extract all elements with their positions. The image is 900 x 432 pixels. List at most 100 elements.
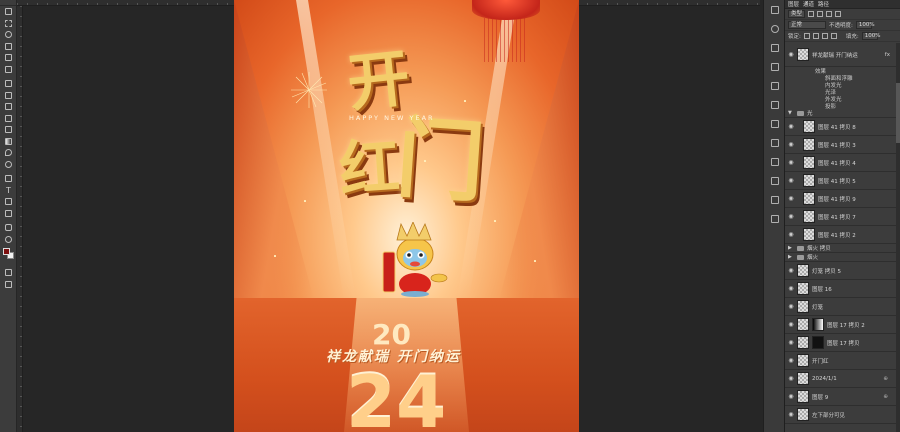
layers-list[interactable]: ◉ 祥龙献瑞 开门纳运 fx 效果 斜面和浮雕 内发光 光泽 外发光 投影 ▼ … [785, 43, 900, 424]
layer-light-2[interactable]: ◉ 图层 41 拷贝 3 [785, 136, 900, 154]
tab-paths[interactable]: 路径 [818, 0, 829, 8]
layer-mask-thumbnail[interactable] [812, 336, 824, 349]
opacity-field[interactable]: 100% [855, 21, 875, 29]
visibility-eye-icon[interactable]: ◉ [788, 393, 794, 400]
eraser-icon[interactable] [0, 124, 17, 136]
tab-channels[interactable]: 通道 [803, 0, 814, 8]
quick-select-icon[interactable] [0, 41, 17, 53]
gradient-icon[interactable] [0, 136, 17, 148]
fill-field[interactable]: 100% [861, 32, 880, 40]
brush-icon[interactable] [0, 90, 17, 102]
shape-filter-icon[interactable] [835, 11, 842, 17]
zoom-icon[interactable] [0, 234, 17, 246]
layer-slogan[interactable]: ◉ 祥龙献瑞 开门纳运 fx [785, 43, 900, 67]
visibility-eye-icon[interactable]: ◉ [788, 159, 794, 166]
color-icon[interactable] [764, 19, 786, 38]
type-icon[interactable]: T [0, 185, 17, 197]
shape-icon[interactable] [0, 208, 17, 220]
properties-icon[interactable] [764, 76, 786, 95]
dodge-icon[interactable] [0, 159, 17, 171]
visibility-eye-icon[interactable]: ◉ [788, 213, 794, 220]
tool-presets-icon[interactable] [764, 209, 786, 228]
screen-mode-icon[interactable] [0, 279, 17, 291]
history-brush-icon[interactable] [0, 113, 17, 125]
history-icon[interactable] [764, 0, 786, 19]
group-fireworks-copy[interactable]: ▶ 烟火 拷贝 [785, 244, 900, 253]
color-swatches[interactable] [0, 245, 16, 267]
character-icon[interactable] [764, 152, 786, 171]
visibility-eye-icon[interactable]: ◉ [788, 177, 794, 184]
eyedropper-icon[interactable] [0, 64, 17, 76]
effect-outer-glow[interactable]: 外发光 [785, 95, 900, 103]
layer-mask-thumbnail[interactable] [812, 318, 824, 331]
visibility-eye-icon[interactable]: ◉ [788, 375, 794, 382]
layer-date[interactable]: ◉ 2024/1/1 ⊕ [785, 370, 900, 388]
canvas-area[interactable]: 开 红 门 HAPPY NEW YEAR 20 祥龙献瑞 开门纳运 24 [17, 0, 780, 432]
effect-satin[interactable]: 光泽 [785, 88, 900, 96]
visibility-eye-icon[interactable]: ◉ [788, 51, 794, 58]
fx-icon[interactable]: fx [885, 52, 890, 58]
lock-paint-icon[interactable] [812, 33, 819, 39]
effect-bevel[interactable]: 斜面和浮雕 [785, 74, 900, 82]
collapse-arrow-icon[interactable]: ▶ [788, 254, 794, 260]
visibility-eye-icon[interactable]: ◉ [788, 321, 794, 328]
lock-all-icon[interactable] [830, 33, 837, 39]
layers-scrollbar[interactable] [896, 43, 900, 432]
type-filter-icon[interactable] [826, 11, 833, 17]
layer-light-6[interactable]: ◉ 图层 41 拷贝 7 [785, 208, 900, 226]
healing-icon[interactable] [0, 78, 17, 90]
paths-icon[interactable] [764, 133, 786, 152]
layer-17-copy2[interactable]: ◉ 图层 17 拷贝 2 [785, 316, 900, 334]
crop-icon[interactable] [0, 52, 17, 64]
poster-artwork[interactable]: 开 红 门 HAPPY NEW YEAR 20 祥龙献瑞 开门纳运 24 [234, 0, 579, 432]
brush-settings-icon[interactable] [764, 190, 786, 209]
group-fireworks[interactable]: ▶ 烟火 [785, 253, 900, 262]
visibility-eye-icon[interactable]: ◉ [788, 195, 794, 202]
effect-drop-shadow[interactable]: 投影 [785, 102, 900, 110]
swatches-icon[interactable] [764, 38, 786, 57]
layer-light-4[interactable]: ◉ 图层 41 拷贝 5 [785, 172, 900, 190]
visibility-eye-icon[interactable]: ◉ [788, 339, 794, 346]
effect-inner-glow[interactable]: 内发光 [785, 81, 900, 89]
visibility-eye-icon[interactable]: ◉ [788, 231, 794, 238]
layer-17-copy[interactable]: ◉ 图层 17 拷贝 [785, 334, 900, 352]
layer-kaimen[interactable]: ◉ 开门红 [785, 352, 900, 370]
blend-mode-select[interactable]: 正常 [788, 21, 826, 29]
visibility-eye-icon[interactable]: ◉ [788, 285, 794, 292]
hand-icon[interactable] [0, 222, 17, 234]
channels-icon[interactable] [764, 114, 786, 133]
stamp-icon[interactable] [0, 101, 17, 113]
blur-icon[interactable] [0, 147, 17, 159]
marquee-icon[interactable] [0, 18, 17, 30]
lock-move-icon[interactable] [821, 33, 828, 39]
layer-16[interactable]: ◉ 图层 16 [785, 280, 900, 298]
paragraph-icon[interactable] [764, 171, 786, 190]
layer-light-5[interactable]: ◉ 图层 41 拷贝 9 [785, 190, 900, 208]
tab-layers[interactable]: 图层 [788, 0, 799, 8]
kind-filter-select[interactable]: 类型 [788, 10, 806, 18]
visibility-eye-icon[interactable]: ◉ [788, 267, 794, 274]
expand-arrow-icon[interactable]: ▼ [788, 110, 794, 116]
layer-light-7[interactable]: ◉ 图层 41 拷贝 2 [785, 226, 900, 244]
collapse-arrow-icon[interactable]: ▶ [788, 245, 794, 251]
foreground-color[interactable] [3, 248, 10, 255]
visibility-eye-icon[interactable]: ◉ [788, 303, 794, 310]
pen-icon[interactable] [0, 173, 17, 185]
pixel-filter-icon[interactable] [808, 11, 815, 17]
adjust-filter-icon[interactable] [817, 11, 824, 17]
visibility-eye-icon[interactable]: ◉ [788, 357, 794, 364]
move-icon[interactable] [0, 6, 17, 18]
layer-light-3[interactable]: ◉ 图层 41 拷贝 4 [785, 154, 900, 172]
quick-mask-icon[interactable] [0, 267, 17, 279]
layer-9[interactable]: ◉ 图层 9 ⊕ [785, 388, 900, 406]
visibility-eye-icon[interactable]: ◉ [788, 141, 794, 148]
layer-lantern-copy[interactable]: ◉ 灯笼 拷贝 5 [785, 262, 900, 280]
layer-light-1[interactable]: ◉ 图层 41 拷贝 8 [785, 118, 900, 136]
layer-cut[interactable]: ◉ 左下部分可见 [785, 406, 900, 424]
visibility-eye-icon[interactable]: ◉ [788, 123, 794, 130]
lasso-icon[interactable] [0, 29, 17, 41]
group-light[interactable]: ▼ 光 [785, 109, 900, 118]
layers-icon[interactable] [764, 95, 786, 114]
layer-lantern[interactable]: ◉ 灯笼 [785, 298, 900, 316]
visibility-eye-icon[interactable]: ◉ [788, 411, 794, 418]
